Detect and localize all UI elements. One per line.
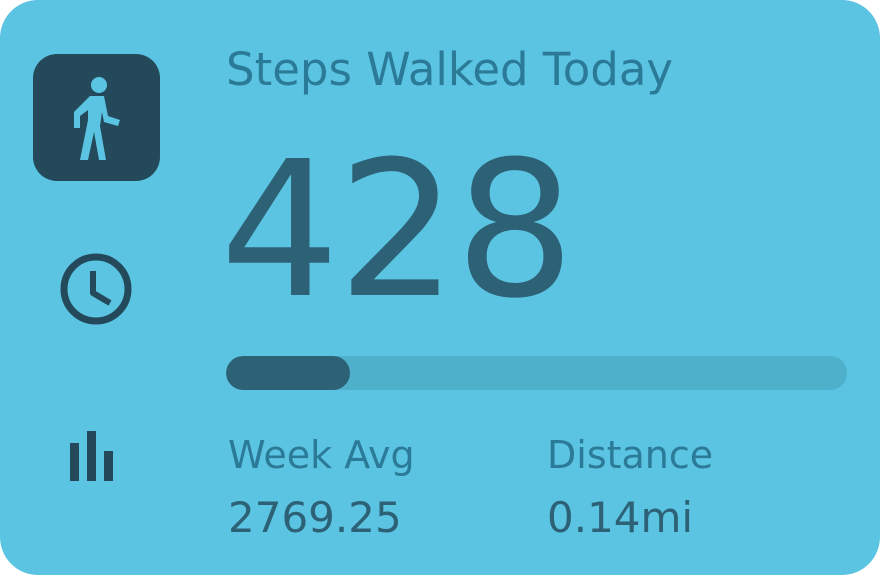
steps-widget-card: Steps Walked Today 428 Week Avg 2769.25 … (0, 0, 880, 575)
steps-progress-fill (226, 356, 351, 390)
bar-chart-icon (70, 431, 113, 481)
distance-label: Distance (547, 433, 714, 477)
steps-count: 428 (220, 121, 575, 340)
distance-value: 0.14mi (547, 493, 694, 542)
widget-title: Steps Walked Today (226, 43, 674, 96)
stats-button[interactable] (60, 425, 132, 487)
walking-icon-tile[interactable] (33, 54, 160, 181)
history-button[interactable] (55, 248, 137, 330)
steps-progress-bar (226, 356, 847, 390)
week-avg-label: Week Avg (228, 433, 415, 477)
week-avg-value: 2769.25 (228, 493, 402, 542)
walking-person-icon (73, 76, 120, 160)
clock-icon (60, 253, 132, 325)
